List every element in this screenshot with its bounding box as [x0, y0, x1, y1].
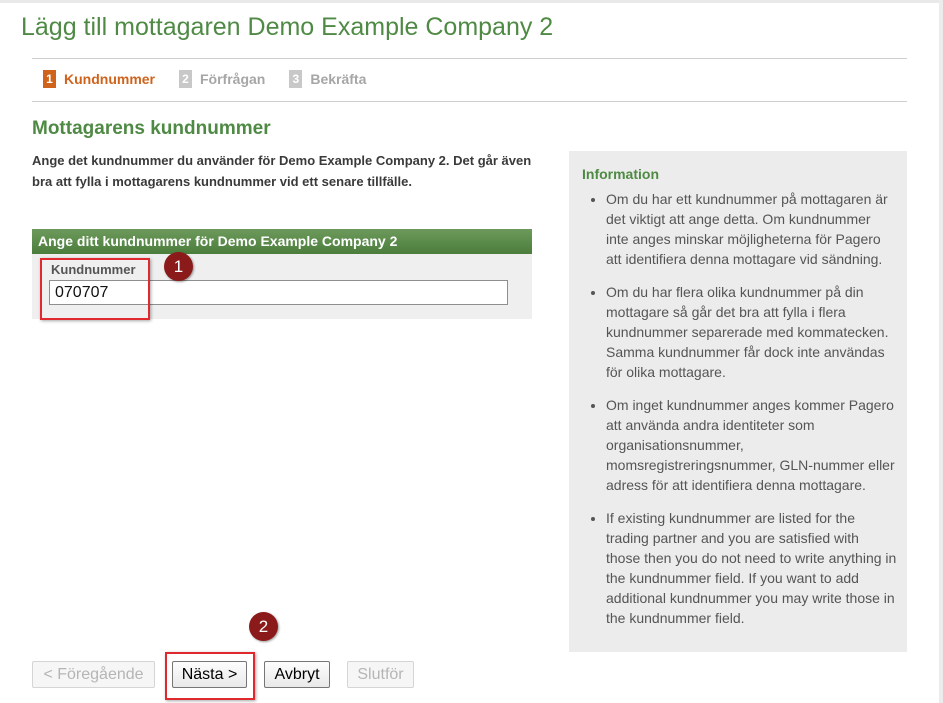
step-number: 1: [43, 70, 56, 88]
info-list: Om du har ett kundnummer på mottagaren ä…: [569, 189, 907, 641]
window-right-border: [939, 0, 943, 703]
step-label: Kundnummer: [64, 71, 155, 87]
highlight-kundnummer-field: [40, 258, 150, 320]
cancel-button[interactable]: Avbryt: [264, 661, 330, 688]
page-title: Lägg till mottagaren Demo Example Compan…: [21, 13, 554, 41]
form-header: Ange ditt kundnummer för Demo Example Co…: [32, 229, 532, 254]
info-item: Om du har ett kundnummer på mottagaren ä…: [606, 189, 897, 269]
step-forfragan: 2 Förfrågan: [179, 70, 265, 88]
step-label: Bekräfta: [310, 71, 367, 87]
step-kundnummer: 1 Kundnummer: [43, 70, 155, 88]
previous-button[interactable]: < Föregående: [32, 661, 155, 688]
info-item: Om inget kundnummer anges kommer Pagero …: [606, 395, 897, 495]
annotation-badge-1: 1: [164, 252, 193, 281]
window-top-border: [0, 0, 943, 3]
step-number: 2: [179, 70, 192, 88]
step-label: Förfrågan: [200, 71, 266, 87]
intro-text: Ange det kundnummer du använder för Demo…: [32, 153, 532, 189]
step-number: 3: [289, 70, 303, 88]
highlight-next-button: [165, 652, 255, 700]
section-heading: Mottagarens kundnummer: [32, 118, 271, 139]
divider-top: [32, 58, 907, 59]
step-bekrafta: 3 Bekräfta: [289, 70, 366, 88]
info-item: If existing kundnummer are listed for th…: [606, 508, 897, 628]
divider-bottom: [32, 101, 907, 102]
info-title: Information: [582, 166, 659, 182]
information-panel: Information Om du har ett kundnummer på …: [569, 151, 907, 652]
finish-button[interactable]: Slutför: [347, 661, 414, 688]
annotation-badge-2: 2: [249, 612, 278, 641]
info-item: Om du har flera olika kundnummer på din …: [606, 282, 897, 382]
wizard-steps: 1 Kundnummer 2 Förfrågan 3 Bekräfta: [43, 69, 390, 89]
